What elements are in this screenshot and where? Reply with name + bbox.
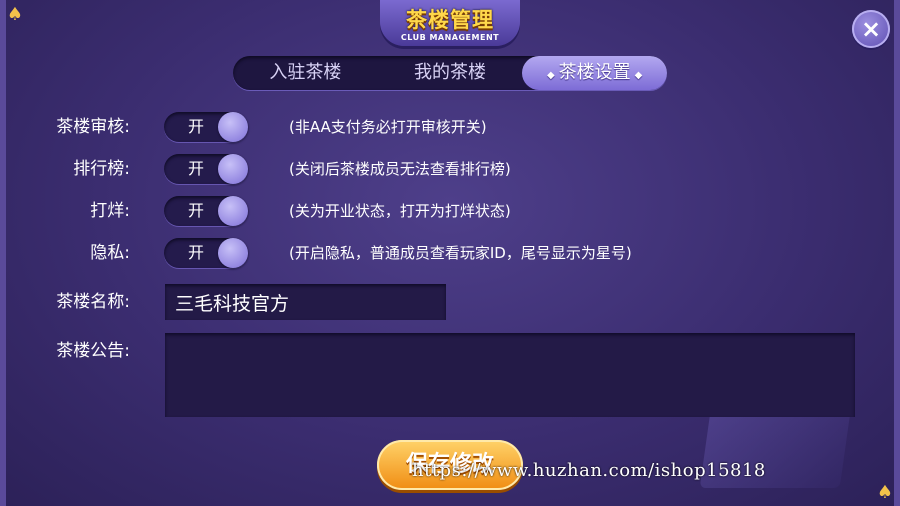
setting-label: 打烊: — [90, 201, 130, 221]
privacy-toggle[interactable]: 开 — [164, 238, 248, 268]
watermark-text: https://www.huzhan.com/ishop15818 — [412, 460, 766, 481]
review-toggle[interactable]: 开 — [164, 112, 248, 142]
leaderboard-toggle[interactable]: 开 — [164, 154, 248, 184]
closing-toggle[interactable]: 开 — [164, 196, 248, 226]
close-button[interactable]: × — [852, 10, 890, 48]
setting-row-leaderboard: 排行榜: 开 (关闭后茶楼成员无法查看排行榜) — [0, 151, 900, 187]
club-notice-input[interactable] — [165, 333, 855, 417]
sparkle-icon: ◆ — [546, 70, 555, 81]
setting-row-closing: 打烊: 开 (关为开业状态，打开为打烊状态) — [0, 193, 900, 229]
setting-label: 隐私: — [90, 243, 130, 263]
page-subtitle: CLUB MANAGEMENT — [400, 33, 500, 42]
toggle-knob — [218, 238, 248, 268]
toggle-knob — [218, 112, 248, 142]
club-name-row: 茶楼名称: — [0, 284, 900, 320]
spade-corner-icon: ♠ — [876, 482, 894, 503]
tab-bar: 入驻茶楼 我的茶楼 ◆ 茶楼设置 ◆ — [233, 56, 668, 90]
setting-label: 排行榜: — [73, 159, 130, 179]
setting-description: (开启隐私，普通成员查看玩家ID，尾号显示为星号) — [289, 244, 632, 262]
spade-corner-icon: ♠ — [6, 4, 24, 25]
tab-join-club[interactable]: 入驻茶楼 — [233, 56, 378, 90]
club-name-input[interactable] — [165, 284, 446, 320]
setting-label: 茶楼审核: — [56, 117, 130, 137]
close-icon: × — [860, 15, 882, 43]
sparkle-icon: ◆ — [634, 70, 643, 81]
toggle-knob — [218, 196, 248, 226]
setting-row-privacy: 隐私: 开 (开启隐私，普通成员查看玩家ID，尾号显示为星号) — [0, 235, 900, 271]
tab-club-settings[interactable]: ◆ 茶楼设置 ◆ — [522, 56, 668, 90]
club-name-label: 茶楼名称: — [56, 292, 130, 312]
setting-row-review: 茶楼审核: 开 (非AA支付务必打开审核开关) — [0, 109, 900, 145]
page-title: 茶楼管理 — [406, 8, 494, 32]
setting-description: (关为开业状态，打开为打烊状态) — [289, 202, 511, 220]
tab-my-club[interactable]: 我的茶楼 — [378, 56, 523, 90]
setting-description: (关闭后茶楼成员无法查看排行榜) — [289, 160, 511, 178]
toggle-knob — [218, 154, 248, 184]
title-banner: 茶楼管理 CLUB MANAGEMENT — [380, 0, 520, 46]
setting-description: (非AA支付务必打开审核开关) — [289, 118, 487, 136]
club-notice-label: 茶楼公告: — [56, 341, 130, 361]
